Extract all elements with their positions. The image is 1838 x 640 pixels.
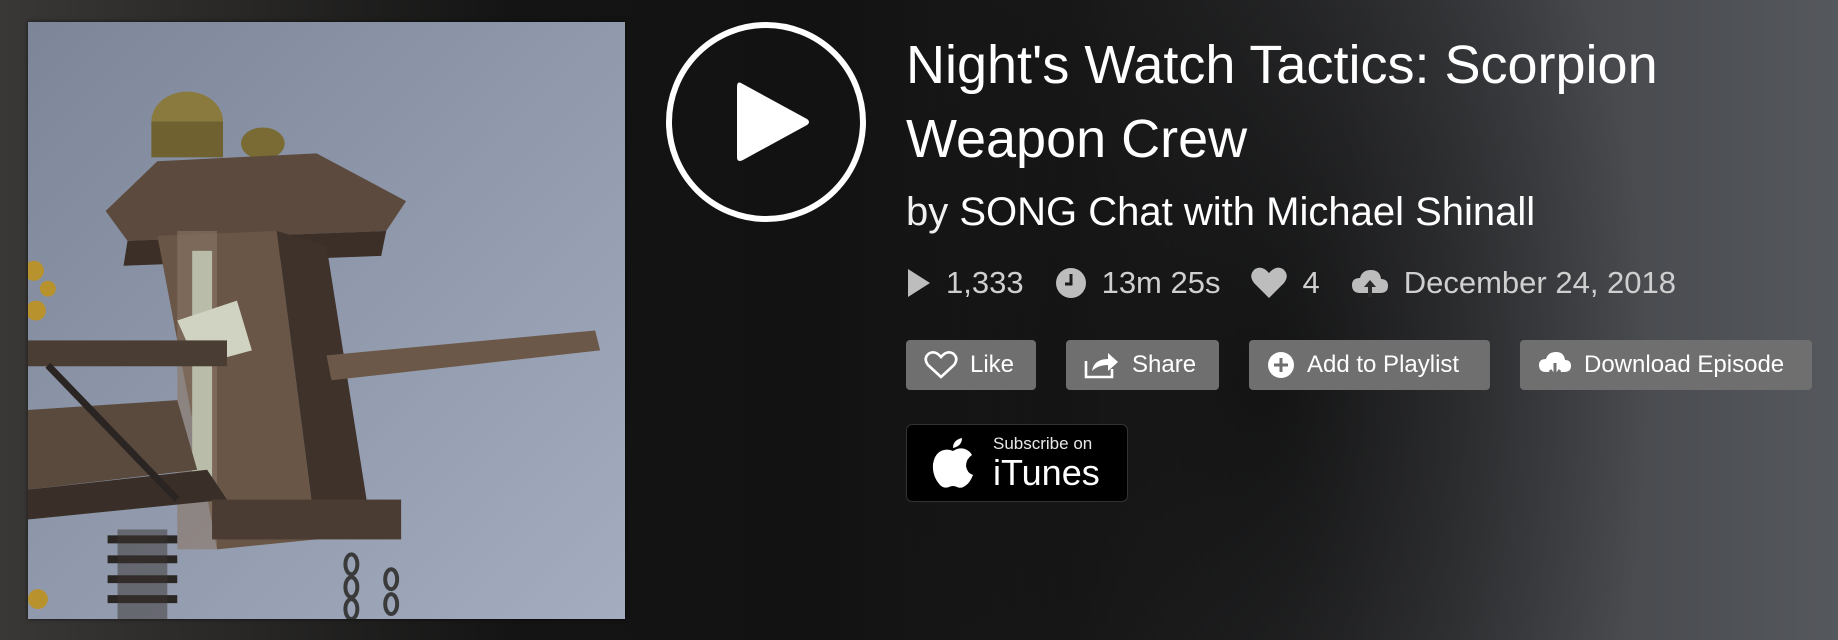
itunes-subscribe-label: Subscribe on bbox=[993, 434, 1093, 453]
add-to-playlist-label: Add to Playlist bbox=[1307, 351, 1460, 378]
itunes-text: Subscribe on iTunes bbox=[993, 434, 1100, 492]
byline: by SONG Chat with Michael Shinall bbox=[906, 186, 1535, 238]
subscribe-itunes-badge[interactable]: Subscribe on iTunes bbox=[906, 424, 1128, 502]
clock-icon bbox=[1055, 268, 1086, 298]
like-count: 4 bbox=[1250, 265, 1320, 301]
play-count-value: 1,333 bbox=[946, 265, 1024, 300]
like-button[interactable]: Like bbox=[906, 340, 1036, 390]
episode-stats: 1,333 13m 25s 4 December 24, 2018 bbox=[906, 262, 1706, 304]
download-episode-button[interactable]: Download Episode bbox=[1520, 340, 1812, 390]
play-button[interactable] bbox=[666, 22, 866, 222]
episode-title: Night's Watch Tactics: Scorpion Weapon C… bbox=[906, 35, 1658, 169]
publish-date-value: December 24, 2018 bbox=[1403, 265, 1677, 300]
duration: 13m 25s bbox=[1054, 265, 1221, 301]
share-arrow-icon bbox=[1084, 353, 1118, 379]
heart-icon bbox=[1251, 267, 1288, 298]
byline-prefix: by bbox=[906, 190, 949, 234]
add-to-playlist-button[interactable]: Add to Playlist bbox=[1249, 340, 1490, 390]
cloud-download-icon bbox=[1539, 352, 1571, 380]
like-label: Like bbox=[970, 351, 1015, 378]
plus-circle-icon bbox=[1268, 352, 1294, 378]
apple-logo-icon bbox=[932, 438, 973, 488]
play-count-icon bbox=[908, 269, 930, 297]
play-icon bbox=[737, 82, 809, 161]
share-label: Share bbox=[1132, 351, 1197, 378]
episode-artwork bbox=[28, 22, 625, 619]
play-count: 1,333 bbox=[906, 265, 1024, 301]
heart-outline-icon bbox=[924, 351, 958, 379]
like-count-value: 4 bbox=[1302, 265, 1320, 300]
author-link[interactable]: SONG Chat with Michael Shinall bbox=[959, 190, 1535, 234]
publish-date: December 24, 2018 bbox=[1350, 265, 1676, 301]
share-button[interactable]: Share bbox=[1066, 340, 1219, 390]
cloud-upload-icon bbox=[1351, 270, 1388, 297]
download-episode-label: Download Episode bbox=[1584, 351, 1785, 378]
action-bar: Like Share Add to Playlist Download Epis… bbox=[906, 340, 1812, 390]
itunes-name: iTunes bbox=[993, 452, 1100, 493]
duration-value: 13m 25s bbox=[1101, 265, 1221, 300]
